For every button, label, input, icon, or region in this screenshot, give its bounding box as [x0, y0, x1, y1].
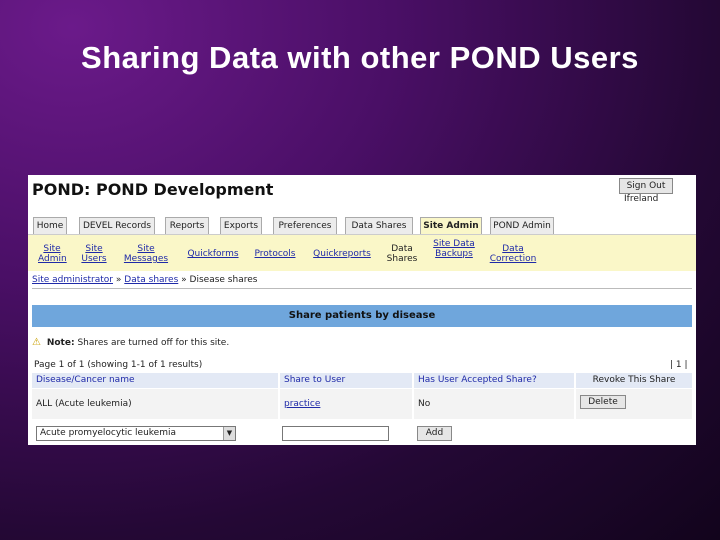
cell-disease: ALL (Acute leukemia) [32, 389, 278, 419]
breadcrumb-current: Disease shares [189, 275, 258, 285]
tab-exports[interactable]: Exports [220, 217, 262, 235]
column-header-revoke: Revoke This Share [576, 373, 692, 388]
tab-devel-records[interactable]: DEVEL Records [79, 217, 155, 235]
breadcrumb-site-administrator[interactable]: Site administrator [32, 275, 113, 285]
pager-links[interactable]: | 1 | [670, 360, 688, 370]
shares-note: ⚠ Note: Shares are turned off for this s… [32, 337, 229, 348]
delete-button[interactable]: Delete [580, 395, 626, 409]
cell-user: practice [280, 389, 412, 419]
divider [32, 288, 692, 289]
note-prefix: Note: [46, 338, 75, 348]
app-window: POND: POND Development Sign Out Ifreland… [28, 175, 696, 445]
column-header-disease[interactable]: Disease/Cancer name [32, 373, 278, 388]
share-user-input[interactable] [282, 426, 389, 441]
cell-accepted: No [414, 389, 574, 419]
tab-home[interactable]: Home [33, 217, 67, 235]
chevron-down-icon[interactable]: ▼ [223, 427, 235, 440]
breadcrumb: Site administrator » Data shares » Disea… [32, 275, 257, 285]
subnav-quickreports[interactable]: Quickreports [308, 249, 376, 259]
subnav-site-data-backups[interactable]: Site Data Backups [433, 239, 475, 259]
breadcrumb-data-shares[interactable]: Data shares [124, 275, 178, 285]
app-title: POND: POND Development [32, 180, 274, 199]
sub-navigation: Site Admin Site Users Site Messages Quic… [28, 234, 696, 271]
tab-preferences[interactable]: Preferences [273, 217, 337, 235]
subnav-quickforms[interactable]: Quickforms [185, 249, 241, 259]
subnav-site-messages[interactable]: Site Messages [122, 244, 170, 264]
tab-data-shares[interactable]: Data Shares [345, 217, 413, 235]
slide-title: Sharing Data with other POND Users [81, 40, 639, 75]
subnav-site-users[interactable]: Site Users [80, 244, 108, 264]
warning-icon: ⚠ [32, 337, 41, 348]
column-header-accepted[interactable]: Has User Accepted Share? [414, 373, 574, 388]
subnav-site-admin[interactable]: Site Admin [38, 244, 67, 264]
user-name: Ifreland [624, 194, 659, 204]
tab-pond-admin[interactable]: POND Admin [490, 217, 554, 235]
subnav-data-correction[interactable]: Data Correction [487, 244, 539, 264]
disease-select-value: Acute promyelocytic leukemia [40, 428, 177, 438]
breadcrumb-separator: » [181, 275, 187, 285]
column-header-share-to-user[interactable]: Share to User [280, 373, 412, 388]
tab-reports[interactable]: Reports [165, 217, 209, 235]
section-header: Share patients by disease [32, 305, 692, 327]
note-text: Shares are turned off for this site. [77, 338, 230, 348]
breadcrumb-separator: » [115, 275, 122, 285]
subnav-protocols[interactable]: Protocols [250, 249, 300, 259]
add-button[interactable]: Add [417, 426, 452, 441]
pager-info: Page 1 of 1 (showing 1-1 of 1 results) [34, 360, 203, 370]
user-link[interactable]: practice [284, 399, 320, 409]
subnav-data-shares[interactable]: Data Shares [384, 244, 420, 264]
sign-out-button[interactable]: Sign Out [619, 178, 673, 194]
disease-select[interactable]: Acute promyelocytic leukemia ▼ [36, 426, 236, 441]
